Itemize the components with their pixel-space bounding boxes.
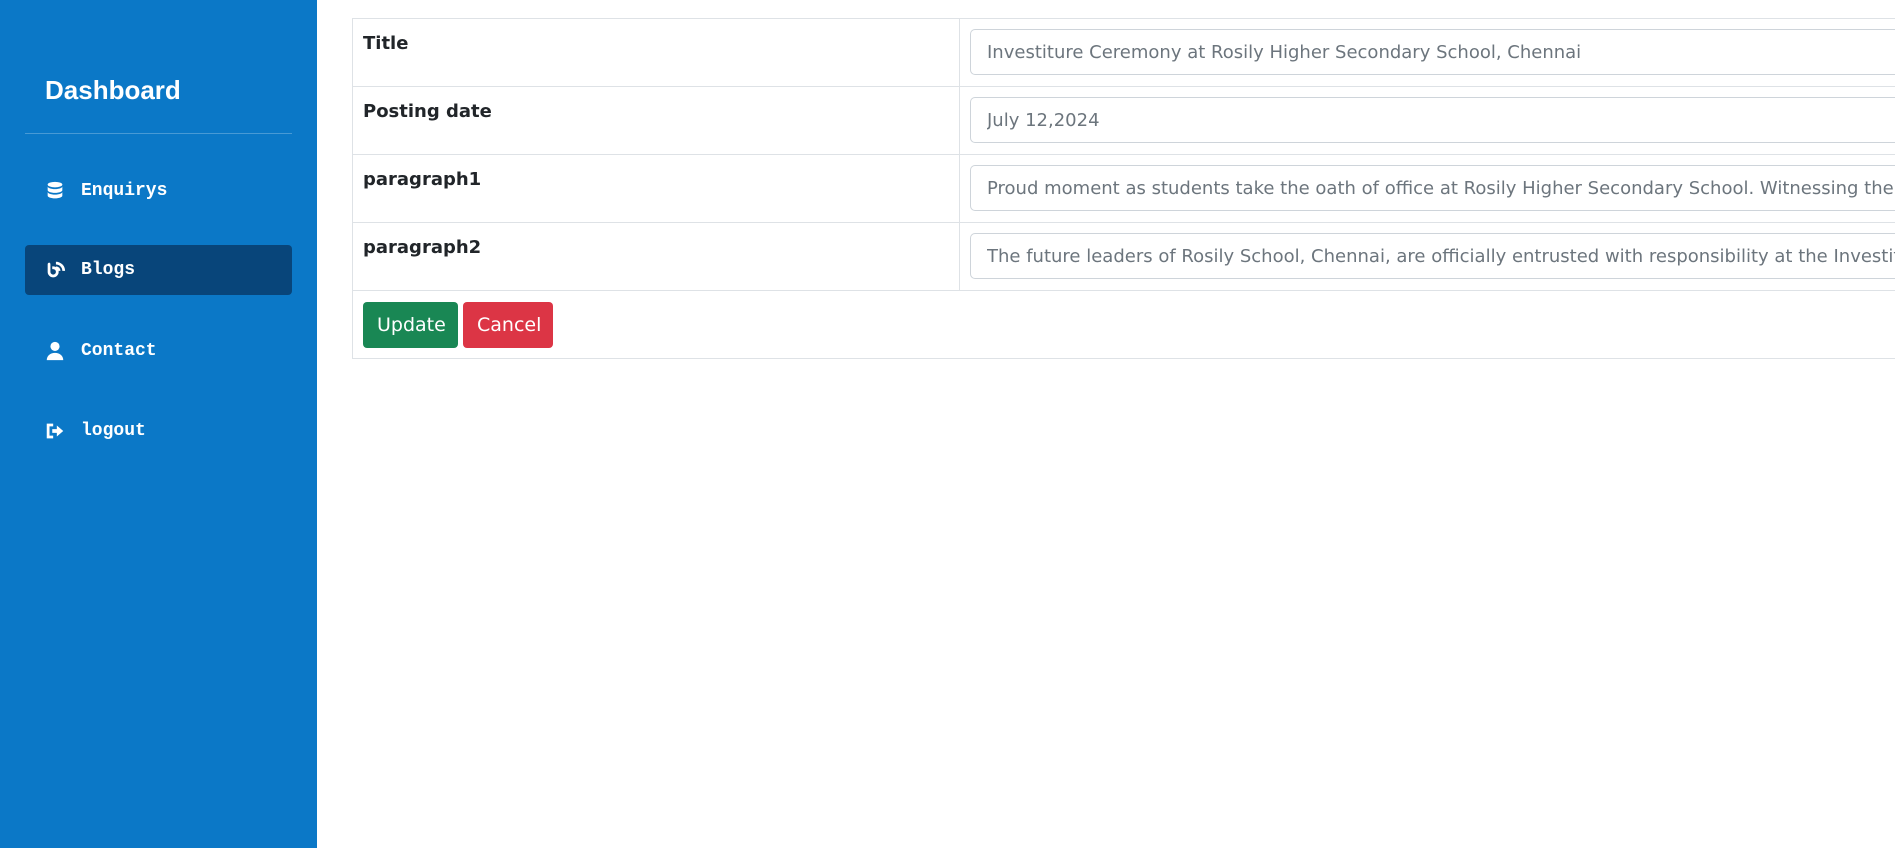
update-button[interactable]: Update xyxy=(363,301,458,348)
paragraph2-label: paragraph2 xyxy=(353,223,960,290)
posting-date-label: Posting date xyxy=(353,87,960,154)
sidebar-item-blogs[interactable]: Blogs xyxy=(25,245,292,295)
blog-icon xyxy=(43,258,67,282)
sidebar-item-label: logout xyxy=(81,421,146,441)
form-actions: Update Cancel xyxy=(353,291,1895,359)
cancel-button[interactable]: Cancel xyxy=(463,301,553,348)
table-row: Title xyxy=(353,19,1895,87)
sidebar-item-logout[interactable]: logout xyxy=(25,406,292,456)
dashboard-brand[interactable]: Dashboard xyxy=(45,73,181,107)
title-label: Title xyxy=(353,19,960,86)
sidebar: Dashboard Enquirys Blogs Contact logout xyxy=(0,0,317,848)
table-row: paragraph1 xyxy=(353,155,1895,223)
sidebar-item-label: Blogs xyxy=(81,260,136,280)
blog-edit-table: Title Posting date paragraph1 paragraph2 xyxy=(352,18,1895,359)
title-input[interactable] xyxy=(970,29,1895,75)
user-icon xyxy=(43,339,67,363)
app-layout: Dashboard Enquirys Blogs Contact logout xyxy=(0,0,1895,848)
sidebar-item-enquirys[interactable]: Enquirys xyxy=(25,166,292,216)
table-row: Posting date xyxy=(353,87,1895,155)
main-content: Title Posting date paragraph1 paragraph2 xyxy=(317,0,1895,848)
paragraph1-label: paragraph1 xyxy=(353,155,960,222)
sign-out-icon xyxy=(43,419,67,443)
sidebar-item-label: Contact xyxy=(81,341,157,361)
paragraph1-input[interactable] xyxy=(970,165,1895,211)
sidebar-item-contact[interactable]: Contact xyxy=(25,326,292,376)
paragraph2-input[interactable] xyxy=(970,233,1895,279)
sidebar-item-label: Enquirys xyxy=(81,181,168,201)
posting-date-input[interactable] xyxy=(970,97,1895,143)
sidebar-divider xyxy=(25,133,292,134)
database-icon xyxy=(43,179,67,203)
table-row: paragraph2 xyxy=(353,223,1895,291)
